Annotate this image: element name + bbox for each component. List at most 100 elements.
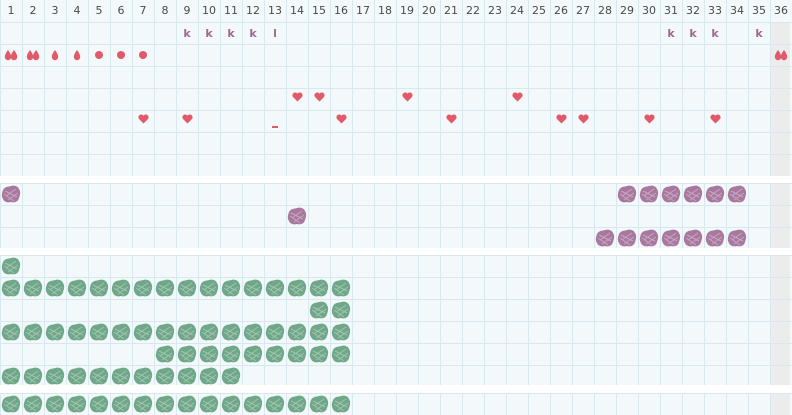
heart-icon[interactable] xyxy=(132,108,154,130)
green-block[interactable] xyxy=(198,277,220,299)
green-block[interactable] xyxy=(198,393,220,415)
heart-icon[interactable] xyxy=(704,108,726,130)
column-header-22[interactable]: 22 xyxy=(462,0,484,22)
double-drop-icon[interactable] xyxy=(22,44,44,66)
green-block[interactable] xyxy=(88,393,110,415)
green-block[interactable] xyxy=(110,277,132,299)
purple-block[interactable] xyxy=(682,227,704,249)
green-block[interactable] xyxy=(308,277,330,299)
column-header-30[interactable]: 30 xyxy=(638,0,660,22)
heart-icon[interactable] xyxy=(572,108,594,130)
column-header-15[interactable]: 15 xyxy=(308,0,330,22)
green-block[interactable] xyxy=(22,365,44,387)
green-block[interactable] xyxy=(88,365,110,387)
purple-block[interactable] xyxy=(594,227,616,249)
column-header-23[interactable]: 23 xyxy=(484,0,506,22)
purple-block[interactable] xyxy=(682,183,704,205)
green-block[interactable] xyxy=(66,321,88,343)
green-block[interactable] xyxy=(286,343,308,365)
green-block[interactable] xyxy=(308,299,330,321)
letter-mark[interactable]: k xyxy=(682,22,704,44)
column-header-11[interactable]: 11 xyxy=(220,0,242,22)
column-header-7[interactable]: 7 xyxy=(132,0,154,22)
column-header-2[interactable]: 2 xyxy=(22,0,44,22)
green-block[interactable] xyxy=(154,277,176,299)
green-block[interactable] xyxy=(66,365,88,387)
column-header-21[interactable]: 21 xyxy=(440,0,462,22)
green-block[interactable] xyxy=(0,393,22,415)
green-block[interactable] xyxy=(220,393,242,415)
green-block[interactable] xyxy=(44,277,66,299)
green-block[interactable] xyxy=(308,321,330,343)
column-header-10[interactable]: 10 xyxy=(198,0,220,22)
heart-icon[interactable] xyxy=(550,108,572,130)
green-block[interactable] xyxy=(110,321,132,343)
column-header-24[interactable]: 24 xyxy=(506,0,528,22)
green-block[interactable] xyxy=(176,393,198,415)
column-header-33[interactable]: 33 xyxy=(704,0,726,22)
green-block[interactable] xyxy=(132,321,154,343)
purple-block[interactable] xyxy=(726,183,748,205)
green-block[interactable] xyxy=(110,365,132,387)
green-block[interactable] xyxy=(308,393,330,415)
green-block[interactable] xyxy=(220,321,242,343)
purple-block[interactable] xyxy=(0,183,22,205)
column-header-13[interactable]: 13 xyxy=(264,0,286,22)
purple-block[interactable] xyxy=(660,227,682,249)
column-header-32[interactable]: 32 xyxy=(682,0,704,22)
green-block[interactable] xyxy=(0,365,22,387)
heart-icon[interactable] xyxy=(308,86,330,108)
green-block[interactable] xyxy=(286,277,308,299)
column-header-26[interactable]: 26 xyxy=(550,0,572,22)
drop-icon[interactable] xyxy=(44,44,66,66)
green-block[interactable] xyxy=(308,343,330,365)
green-block[interactable] xyxy=(242,321,264,343)
green-block[interactable] xyxy=(330,343,352,365)
purple-block[interactable] xyxy=(616,183,638,205)
green-block[interactable] xyxy=(220,365,242,387)
column-header-35[interactable]: 35 xyxy=(748,0,770,22)
column-header-20[interactable]: 20 xyxy=(418,0,440,22)
green-block[interactable] xyxy=(22,393,44,415)
column-header-3[interactable]: 3 xyxy=(44,0,66,22)
letter-mark[interactable]: k xyxy=(704,22,726,44)
green-block[interactable] xyxy=(22,321,44,343)
green-block[interactable] xyxy=(286,321,308,343)
green-block[interactable] xyxy=(330,321,352,343)
green-block[interactable] xyxy=(198,365,220,387)
drop-icon[interactable] xyxy=(66,44,88,66)
green-block[interactable] xyxy=(88,321,110,343)
green-block[interactable] xyxy=(264,393,286,415)
dot-icon[interactable] xyxy=(110,44,132,66)
green-block[interactable] xyxy=(198,343,220,365)
green-block[interactable] xyxy=(264,277,286,299)
double-drop-icon[interactable] xyxy=(0,44,22,66)
green-block[interactable] xyxy=(110,393,132,415)
column-header-18[interactable]: 18 xyxy=(374,0,396,22)
green-block[interactable] xyxy=(44,321,66,343)
green-block[interactable] xyxy=(286,393,308,415)
heart-icon[interactable] xyxy=(506,86,528,108)
purple-block[interactable] xyxy=(638,183,660,205)
purple-block[interactable] xyxy=(616,227,638,249)
green-block[interactable] xyxy=(330,393,352,415)
green-block[interactable] xyxy=(66,277,88,299)
green-block[interactable] xyxy=(132,393,154,415)
column-header-25[interactable]: 25 xyxy=(528,0,550,22)
heart-icon[interactable] xyxy=(286,86,308,108)
column-header-29[interactable]: 29 xyxy=(616,0,638,22)
green-block[interactable] xyxy=(330,299,352,321)
purple-block[interactable] xyxy=(704,183,726,205)
letter-mark[interactable]: l xyxy=(264,22,286,44)
column-header-31[interactable]: 31 xyxy=(660,0,682,22)
green-block[interactable] xyxy=(154,393,176,415)
green-block[interactable] xyxy=(330,277,352,299)
green-block[interactable] xyxy=(132,365,154,387)
column-header-8[interactable]: 8 xyxy=(154,0,176,22)
green-block[interactable] xyxy=(176,365,198,387)
green-block[interactable] xyxy=(242,393,264,415)
column-header-12[interactable]: 12 xyxy=(242,0,264,22)
heart-icon[interactable] xyxy=(440,108,462,130)
green-block[interactable] xyxy=(154,343,176,365)
column-header-4[interactable]: 4 xyxy=(66,0,88,22)
